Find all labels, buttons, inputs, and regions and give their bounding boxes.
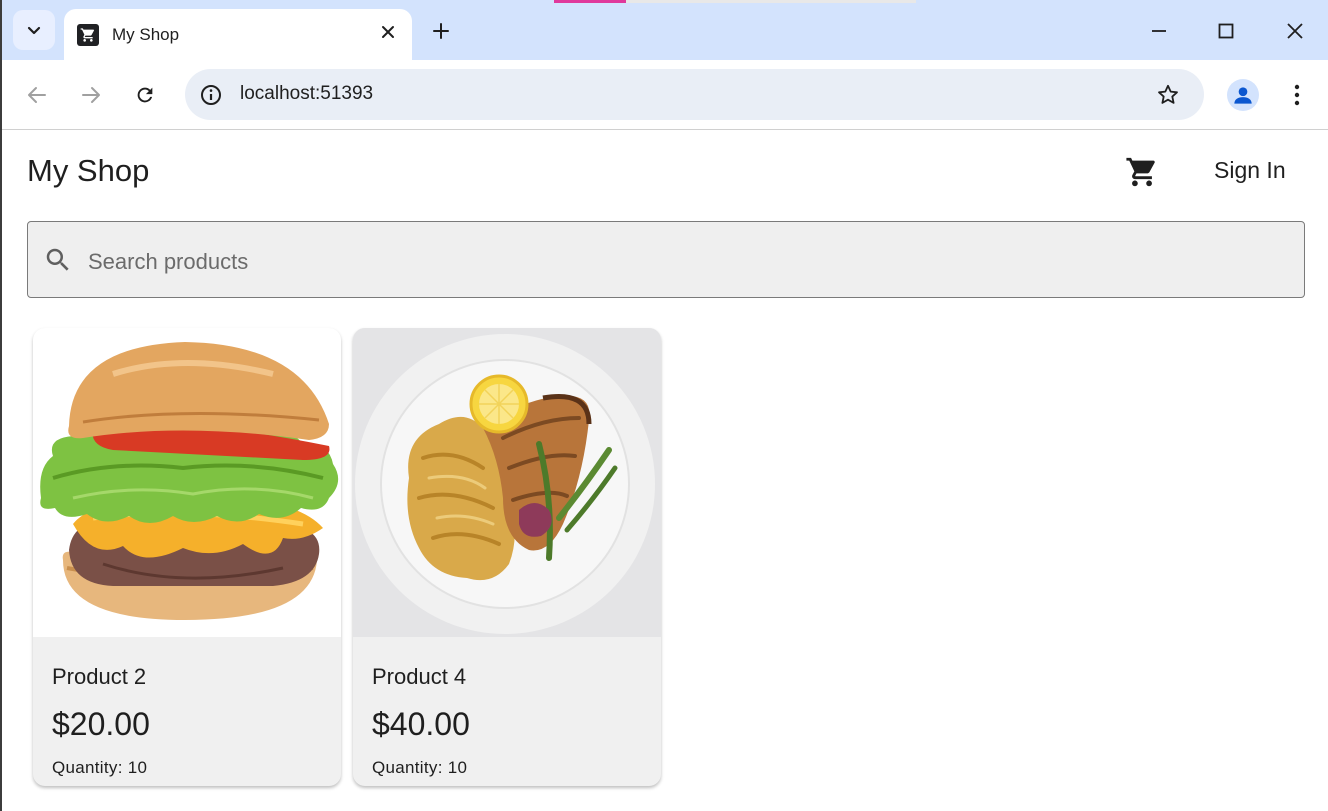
- shop-app: My Shop Sign In Search products Product …: [2, 131, 1328, 811]
- plus-icon: [433, 23, 449, 39]
- close-icon: [382, 26, 394, 38]
- site-info-button[interactable]: [197, 81, 224, 108]
- browser-toolbar: localhost:51393: [2, 60, 1328, 130]
- loading-track: [626, 0, 916, 3]
- product-card[interactable]: Product 2 $20.00 Quantity: 10: [33, 328, 341, 786]
- window-close-button[interactable]: [1277, 13, 1313, 49]
- info-icon: [200, 84, 221, 105]
- product-price: $40.00: [372, 706, 470, 742]
- search-icon: [42, 244, 74, 276]
- product-quantity: Quantity: 10: [52, 758, 147, 778]
- maximize-button[interactable]: [1208, 13, 1244, 49]
- new-tab-button[interactable]: [427, 17, 455, 45]
- sign-in-button[interactable]: Sign In: [1202, 157, 1298, 184]
- cart-button[interactable]: [1124, 154, 1160, 190]
- star-icon: [1158, 84, 1178, 104]
- quantity-value: 10: [127, 758, 148, 777]
- tab-close-button[interactable]: [378, 22, 398, 42]
- loading-indicator: [554, 0, 626, 3]
- arrow-left-icon: [28, 87, 46, 103]
- tab-search-button[interactable]: [13, 10, 55, 50]
- tab-my-shop[interactable]: My Shop: [64, 9, 412, 60]
- product-card[interactable]: Product 4 $40.00 Quantity: 10: [353, 328, 661, 786]
- close-icon: [1287, 23, 1303, 39]
- forward-button[interactable]: [74, 78, 108, 112]
- tab-strip: My Shop: [2, 0, 1328, 60]
- product-price: $20.00: [52, 706, 150, 742]
- reload-icon: [137, 87, 153, 103]
- person-icon: [1234, 87, 1252, 104]
- browser-window: My Shop localhost:51393 My Shop Sign In …: [0, 0, 1328, 811]
- reload-button[interactable]: [128, 78, 162, 112]
- shop-favicon-icon: [77, 23, 99, 46]
- product-name: Product 2: [52, 664, 147, 689]
- product-image-fish-plate: [353, 328, 661, 637]
- bookmark-button[interactable]: [1154, 81, 1182, 109]
- shopping-cart-icon: [1126, 157, 1155, 187]
- quantity-value: 10: [447, 758, 468, 777]
- quantity-label: Quantity:: [52, 758, 123, 777]
- browser-menu-button[interactable]: [1284, 80, 1310, 110]
- search-input[interactable]: Search products: [27, 221, 1305, 298]
- url-text[interactable]: localhost:51393: [240, 83, 373, 105]
- address-bar[interactable]: localhost:51393: [185, 69, 1204, 120]
- arrow-right-icon: [82, 87, 100, 103]
- page-title: My Shop: [27, 153, 150, 188]
- profile-button[interactable]: [1227, 79, 1259, 111]
- minimize-icon: [1152, 30, 1166, 32]
- product-quantity: Quantity: 10: [372, 758, 467, 778]
- product-image-burger: [33, 328, 341, 637]
- tab-title: My Shop: [112, 24, 180, 44]
- search-placeholder: Search products: [88, 249, 249, 274]
- maximize-icon: [1218, 23, 1234, 39]
- more-vert-icon: [1294, 84, 1300, 106]
- minimize-button[interactable]: [1141, 13, 1177, 49]
- product-name: Product 4: [372, 664, 467, 689]
- chevron-down-icon: [27, 26, 41, 35]
- back-button[interactable]: [20, 78, 54, 112]
- quantity-label: Quantity:: [372, 758, 443, 777]
